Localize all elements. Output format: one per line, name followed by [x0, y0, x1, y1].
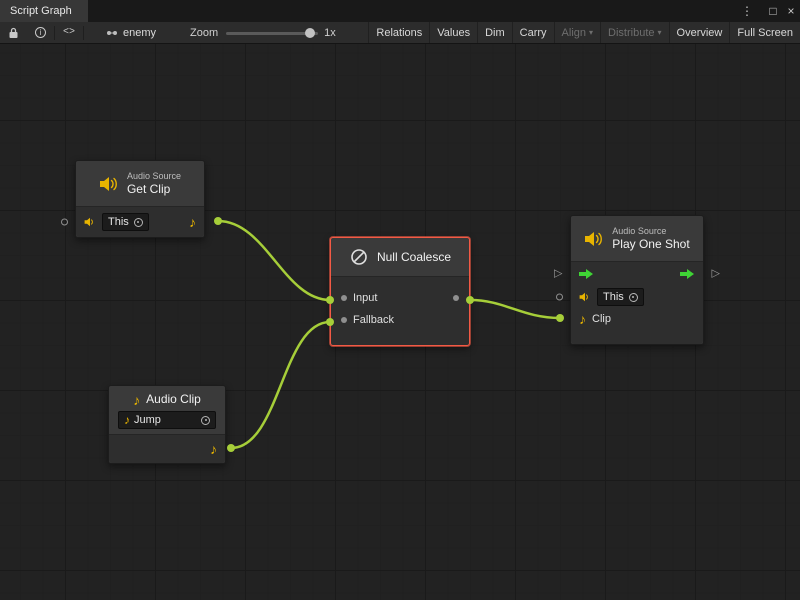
graph-breadcrumb[interactable]: enemy: [106, 27, 156, 39]
script-graph-window: Script Graph ⋮ □ × i <>: [0, 0, 800, 600]
node-null-coalesce[interactable]: Null Coalesce Input Fallback: [330, 237, 470, 346]
audio-clip-value: Jump: [134, 414, 161, 426]
tab-title: Script Graph: [10, 5, 72, 17]
audio-source-icon: [579, 292, 591, 302]
zoom-value: 1x: [324, 27, 336, 39]
graph-name: enemy: [123, 27, 156, 39]
node-get-clip[interactable]: Audio Source Get Clip This: [75, 160, 205, 238]
distribute-label: Distribute: [608, 27, 654, 39]
audio-source-icon: [584, 231, 604, 247]
this-input-port[interactable]: [556, 294, 563, 301]
chevron-down-icon: ▾: [589, 28, 593, 37]
toolbar-buttons: Relations Values Dim Carry Align ▾ Distr…: [368, 22, 800, 43]
audio-clip-output-icon: ♪: [210, 442, 217, 456]
node-get-clip-header[interactable]: Audio Source Get Clip: [76, 161, 204, 206]
lock-icon[interactable]: [0, 22, 27, 43]
this-field-value: This: [108, 216, 129, 228]
flow-output-port[interactable]: ▷: [712, 269, 720, 280]
tab-script-graph[interactable]: Script Graph: [0, 0, 88, 22]
node-play-one-shot[interactable]: Audio Source Play One Shot ▷ ▷: [570, 215, 704, 345]
chevron-down-icon: ▾: [658, 28, 662, 37]
clip-port-label: Clip: [592, 313, 611, 325]
info-glyph: i: [35, 27, 46, 38]
object-picker-icon[interactable]: [134, 218, 143, 227]
node-title: Get Clip: [127, 182, 181, 197]
maximize-icon[interactable]: □: [764, 0, 782, 22]
this-field[interactable]: This: [597, 288, 644, 306]
node-play-one-shot-header[interactable]: Audio Source Play One Shot: [571, 216, 703, 261]
fallback-port-label: Fallback: [353, 314, 394, 326]
input-port-label: Input: [353, 292, 377, 304]
window-menu-icon[interactable]: ⋮: [738, 0, 756, 22]
port-dot[interactable]: [556, 314, 564, 322]
object-picker-icon[interactable]: [629, 293, 638, 302]
node-title: Audio Clip: [146, 392, 201, 407]
node-null-coalesce-header[interactable]: Null Coalesce: [331, 238, 469, 276]
node-title: Play One Shot: [612, 237, 689, 252]
node-title: Null Coalesce: [377, 250, 451, 265]
wire-getclip-to-input[interactable]: [218, 221, 330, 300]
object-picker-icon[interactable]: [201, 416, 210, 425]
audio-clip-field[interactable]: ♪ Jump: [118, 411, 216, 429]
audio-clip-output-icon: ♪: [189, 215, 196, 229]
zoom-label: Zoom: [190, 27, 218, 39]
wire-output-to-clip[interactable]: [470, 300, 560, 318]
tabbar-spacer: [88, 0, 738, 22]
graph-icon: [106, 27, 118, 39]
align-button[interactable]: Align ▾: [554, 22, 600, 43]
audio-clip-input-icon: ♪: [579, 312, 586, 326]
flow-out-arrow-icon: [680, 268, 695, 280]
code-icon[interactable]: <>: [55, 22, 83, 43]
zoom-slider[interactable]: [226, 26, 318, 40]
audio-source-icon: [99, 176, 119, 192]
this-input-port[interactable]: [61, 219, 68, 226]
fullscreen-button[interactable]: Full Screen: [729, 22, 800, 43]
fallback-port[interactable]: [341, 317, 347, 323]
align-label: Align: [562, 27, 586, 39]
close-icon[interactable]: ×: [782, 0, 800, 22]
flow-in-arrow-icon: [579, 268, 594, 280]
audio-clip-icon: ♪: [133, 393, 140, 407]
null-coalesce-icon: [349, 247, 369, 267]
values-button[interactable]: Values: [429, 22, 477, 43]
carry-button[interactable]: Carry: [512, 22, 554, 43]
this-field[interactable]: This: [102, 213, 149, 231]
node-audio-clip[interactable]: ♪ Audio Clip ♪ Jump ♪: [108, 385, 226, 464]
node-audio-clip-header[interactable]: ♪ Audio Clip: [109, 386, 225, 409]
graph-canvas[interactable]: Audio Source Get Clip This: [0, 44, 800, 600]
this-field-value: This: [603, 291, 624, 303]
audio-clip-asset-icon: ♪: [124, 414, 130, 426]
distribute-button[interactable]: Distribute ▾: [600, 22, 668, 43]
port-dot[interactable]: [227, 444, 235, 452]
flow-input-port[interactable]: ▷: [554, 269, 562, 280]
graph-toolbar: i <> enemy Zoom 1x Relations Values: [0, 22, 800, 44]
audio-source-icon: [84, 217, 96, 227]
port-dot[interactable]: [214, 217, 222, 225]
node-category: Audio Source: [612, 225, 689, 237]
zoom-slider-handle[interactable]: [305, 28, 315, 38]
tab-bar: Script Graph ⋮ □ ×: [0, 0, 800, 22]
node-category: Audio Source: [127, 170, 181, 182]
info-icon[interactable]: i: [27, 22, 54, 43]
wire-audioclip-to-fallback[interactable]: [231, 322, 330, 448]
relations-button[interactable]: Relations: [368, 22, 429, 43]
toolbar-separator: [83, 26, 84, 40]
result-output-port[interactable]: [453, 295, 459, 301]
dim-button[interactable]: Dim: [477, 22, 512, 43]
input-port[interactable]: [341, 295, 347, 301]
overview-button[interactable]: Overview: [669, 22, 730, 43]
code-glyph: <>: [63, 27, 75, 38]
